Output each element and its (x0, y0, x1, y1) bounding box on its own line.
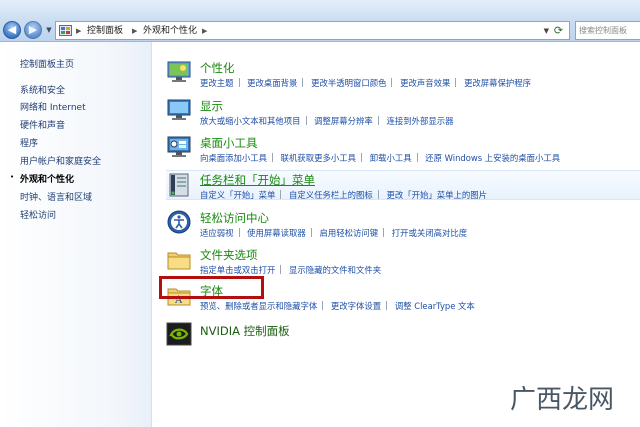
current-bullet-icon: • (10, 173, 15, 181)
category-links-taskbar: 自定义「开始」菜单 自定义任务栏上的图标 更改「开始」菜单上的图片 (200, 189, 487, 201)
address-bar[interactable]: ▶ 控制面板 ▶ 外观和个性化 ▶ ▼ ⟳ (55, 21, 570, 40)
category-title-display[interactable]: 显示 (200, 98, 223, 114)
taskbar-icon[interactable] (166, 172, 192, 198)
category-title-gadgets[interactable]: 桌面小工具 (200, 135, 258, 151)
category-links-display: 放大或缩小文本和其他项目 调整屏幕分辨率 连接到外部显示器 (200, 115, 453, 127)
link-text-size[interactable]: 放大或缩小文本和其他项目 (200, 116, 301, 126)
category-links-folder-options: 指定单击或双击打开 显示隐藏的文件和文件夹 (200, 264, 381, 276)
link-change-sounds[interactable]: 更改声音效果 (400, 78, 450, 88)
watermark-text: 广西龙网 (510, 385, 614, 415)
link-high-contrast[interactable]: 打开或关闭高对比度 (392, 228, 467, 238)
breadcrumb-chevron-icon[interactable]: ▶ (132, 24, 137, 38)
link-get-more-gadgets[interactable]: 联机获取更多小工具 (281, 153, 356, 163)
link-ease-keys[interactable]: 启用轻松访问键 (319, 228, 378, 238)
category-links-fonts: 预览、删除或者显示和隐藏字体 更改字体设置 调整 ClearType 文本 (200, 300, 475, 312)
display-icon[interactable] (166, 97, 192, 123)
category-title-nvidia[interactable]: NVIDIA 控制面板 (200, 323, 290, 339)
link-preview-fonts[interactable]: 预览、删除或者显示和隐藏字体 (200, 301, 317, 311)
link-adjust-cleartype[interactable]: 调整 ClearType 文本 (395, 301, 475, 311)
sidebar-item-ease-of-access[interactable]: 轻松访问 (20, 208, 56, 221)
search-input[interactable]: 搜索控制面板 (575, 21, 640, 40)
sidebar-item-clock-language[interactable]: 时钟、语言和区域 (20, 190, 92, 203)
link-change-screensaver[interactable]: 更改屏幕保护程序 (464, 78, 531, 88)
breadcrumb-chevron-icon[interactable]: ▶ (202, 24, 207, 38)
breadcrumb-appearance[interactable]: 外观和个性化 (143, 24, 197, 38)
link-change-font-settings[interactable]: 更改字体设置 (331, 301, 381, 311)
recent-pages-dropdown[interactable]: ▼ (44, 24, 54, 36)
forward-button[interactable]: ▶ (24, 21, 42, 39)
main-content: 个性化 更改主题 更改桌面背景 更改半透明窗口颜色 更改声音效果 更改屏幕保护程… (152, 42, 640, 427)
back-button[interactable]: ◀ (3, 21, 21, 39)
folder-options-icon[interactable] (166, 246, 192, 272)
gadgets-icon[interactable] (166, 134, 192, 160)
link-change-start-picture[interactable]: 更改「开始」菜单上的图片 (386, 190, 487, 200)
watermark-logo: 广西龙网 (510, 385, 614, 415)
link-change-theme[interactable]: 更改主题 (200, 78, 234, 88)
sidebar-item-hardware-sound[interactable]: 硬件和声音 (20, 118, 65, 131)
link-external-display[interactable]: 连接到外部显示器 (386, 116, 453, 126)
sidebar: 控制面板主页 系统和安全 网络和 Internet 硬件和声音 程序 用户帐户和… (0, 42, 152, 427)
sidebar-item-network[interactable]: 网络和 Internet (20, 100, 86, 113)
link-customize-taskbar-icons[interactable]: 自定义任务栏上的图标 (289, 190, 373, 200)
sidebar-item-system-security[interactable]: 系统和安全 (20, 83, 65, 96)
breadcrumb-chevron-icon[interactable]: ▶ (76, 24, 81, 38)
link-screen-resolution[interactable]: 调整屏幕分辨率 (314, 116, 373, 126)
link-restore-gadgets[interactable]: 还原 Windows 上安装的桌面小工具 (425, 153, 560, 163)
link-single-double-click[interactable]: 指定单击或双击打开 (200, 265, 275, 275)
category-title-ease-of-access[interactable]: 轻松访问中心 (200, 210, 269, 226)
sidebar-item-user-accounts[interactable]: 用户帐户和家庭安全 (20, 154, 101, 167)
highlight-box (159, 276, 264, 299)
link-add-gadget[interactable]: 向桌面添加小工具 (200, 153, 267, 163)
category-title-taskbar[interactable]: 任务栏和「开始」菜单 (200, 172, 315, 188)
category-links-personalization: 更改主题 更改桌面背景 更改半透明窗口颜色 更改声音效果 更改屏幕保护程序 (200, 77, 531, 89)
ease-of-access-icon[interactable] (166, 209, 192, 235)
category-links-ease-of-access: 适应弱视 使用屏幕读取器 启用轻松访问键 打开或关闭高对比度 (200, 227, 467, 239)
sidebar-item-programs[interactable]: 程序 (20, 136, 38, 149)
category-title-personalization[interactable]: 个性化 (200, 60, 235, 76)
personalization-icon[interactable] (166, 59, 192, 85)
category-title-folder-options[interactable]: 文件夹选项 (200, 247, 258, 263)
sidebar-item-appearance[interactable]: 外观和个性化 (20, 172, 74, 185)
link-uninstall-gadget[interactable]: 卸载小工具 (370, 153, 412, 163)
address-toolbar: ◀ ▶ ▼ ▶ 控制面板 ▶ 外观和个性化 ▶ ▼ ⟳ 搜索控制面板 (0, 0, 640, 42)
address-dropdown-icon[interactable]: ▼ (544, 24, 549, 38)
link-show-hidden-files[interactable]: 显示隐藏的文件和文件夹 (289, 265, 381, 275)
control-panel-icon (59, 25, 72, 36)
link-low-vision[interactable]: 适应弱视 (200, 228, 234, 238)
link-customize-start-menu[interactable]: 自定义「开始」菜单 (200, 190, 275, 200)
category-links-gadgets: 向桌面添加小工具 联机获取更多小工具 卸载小工具 还原 Windows 上安装的… (200, 152, 560, 164)
refresh-icon[interactable]: ⟳ (551, 23, 566, 38)
breadcrumb-control-panel[interactable]: 控制面板 (87, 24, 123, 38)
link-change-window-color[interactable]: 更改半透明窗口颜色 (311, 78, 386, 88)
link-screen-reader[interactable]: 使用屏幕读取器 (247, 228, 306, 238)
sidebar-item-home[interactable]: 控制面板主页 (20, 57, 74, 70)
nvidia-icon[interactable] (166, 321, 192, 347)
link-change-desktop-background[interactable]: 更改桌面背景 (247, 78, 297, 88)
